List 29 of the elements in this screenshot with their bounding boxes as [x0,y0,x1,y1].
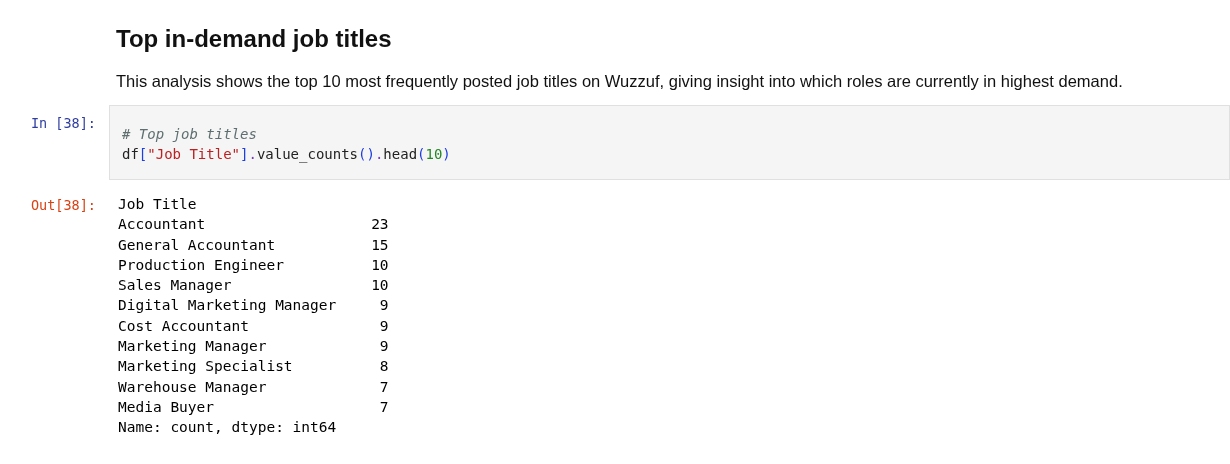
job-title-text: Digital Marketing Manager [118,296,338,316]
job-title-text: General Accountant [118,235,277,255]
count-text: 9 [378,296,389,316]
count-text: 8 [378,357,389,377]
output-prompt: Out[38]: [29,196,97,215]
job-title-text: Marketing Manager [118,337,268,357]
count-text: 9 [378,316,389,336]
count-text: 15 [370,235,389,255]
code-line: df["Job Title"].value_counts().head(10) [122,145,451,164]
count-text: 7 [378,377,389,397]
code-line: # Top job titles [122,125,257,144]
count-text: 9 [378,337,389,357]
dtype-footer: Name: count, dtype: int64 [118,417,337,438]
job-title-text: Cost Accountant [118,316,250,336]
series-header: Job Title [118,195,197,214]
input-prompt: In [38]: [29,114,97,133]
job-title-text: Production Engineer [118,255,285,275]
count-text: 10 [370,255,389,275]
job-title-text: Media Buyer [118,397,216,417]
job-title-text: Warehouse Manager [118,377,268,397]
job-title-text: Sales Manager [118,276,233,296]
count-text: 23 [370,215,389,235]
count-text: 10 [370,276,389,296]
code-cell[interactable]: # Top job titles df["Job Title"].value_counts().head(10) [109,105,1230,180]
section-heading: Top in-demand job titles [116,24,393,54]
job-title-text: Accountant [118,215,207,235]
job-title-text: Marketing Specialist [118,357,294,377]
count-text: 7 [378,397,389,417]
description-paragraph: This analysis shows the top 10 most frequently posted job titles on Wuzzuf, giving insight into which roles are currently in highest demand. [116,71,1124,92]
